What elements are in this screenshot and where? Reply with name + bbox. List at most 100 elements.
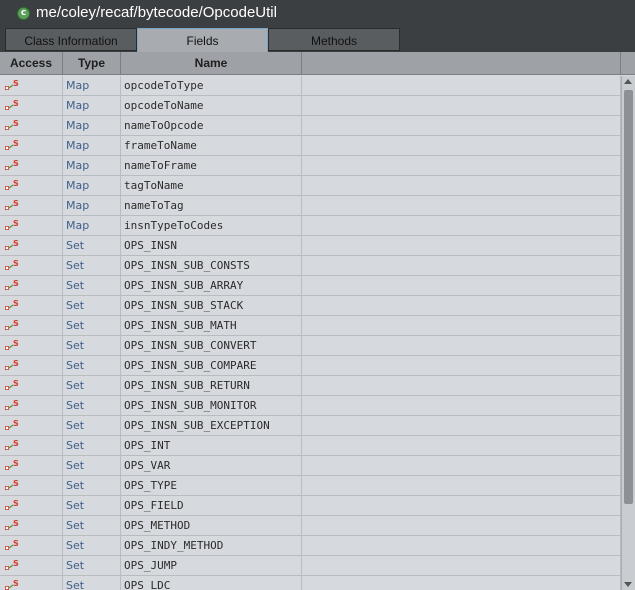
table-row[interactable]: S Set OPS_INSN_SUB_EXCEPTION	[0, 416, 621, 436]
table-row[interactable]: S Set OPS_INSN_SUB_ARRAY	[0, 276, 621, 296]
filler-cell	[302, 456, 621, 476]
table-row[interactable]: S Set OPS_INSN_SUB_CONSTS	[0, 256, 621, 276]
name-cell: nameToOpcode	[121, 116, 302, 136]
name-cell: tagToName	[121, 176, 302, 196]
type-cell: Set	[63, 236, 121, 256]
svg-text:S: S	[13, 339, 19, 348]
svg-text:S: S	[13, 219, 19, 228]
table-body: S Map opcodeToType S Map opcodeToName S Map name…	[0, 76, 621, 590]
name-cell: insnTypeToCodes	[121, 216, 302, 236]
name-cell: OPS_JUMP	[121, 556, 302, 576]
table-row[interactable]: S Map nameToOpcode	[0, 116, 621, 136]
access-cell: S	[0, 556, 63, 576]
type-cell: Map	[63, 156, 121, 176]
filler-cell	[302, 376, 621, 396]
filler-cell	[302, 436, 621, 456]
svg-text:S: S	[13, 179, 19, 188]
table-header: Access Type Name	[0, 52, 635, 75]
filler-cell	[302, 556, 621, 576]
svg-text:S: S	[13, 259, 19, 268]
table-row[interactable]: S Set OPS_INSN_SUB_RETURN	[0, 376, 621, 396]
table-row[interactable]: S Set OPS_INSN_SUB_MONITOR	[0, 396, 621, 416]
name-cell: OPS_INDY_METHOD	[121, 536, 302, 556]
vertical-scrollbar[interactable]	[621, 76, 635, 590]
filler-cell	[302, 496, 621, 516]
table-row[interactable]: S Map tagToName	[0, 176, 621, 196]
table-row[interactable]: S Set OPS_INT	[0, 436, 621, 456]
svg-text:S: S	[13, 559, 19, 568]
table-row[interactable]: S Set OPS_TYPE	[0, 476, 621, 496]
access-cell: S	[0, 516, 63, 536]
filler-cell	[302, 96, 621, 116]
access-cell: S	[0, 196, 63, 216]
scroll-up-arrow-icon[interactable]	[624, 79, 632, 84]
table-row[interactable]: S Map opcodeToName	[0, 96, 621, 116]
table-row[interactable]: S Map insnTypeToCodes	[0, 216, 621, 236]
type-cell: Set	[63, 356, 121, 376]
filler-cell	[302, 116, 621, 136]
filler-cell	[302, 296, 621, 316]
access-cell: S	[0, 576, 63, 590]
table-row[interactable]: S Map opcodeToType	[0, 76, 621, 96]
type-cell: Set	[63, 456, 121, 476]
access-cell: S	[0, 216, 63, 236]
window-title: me/coley/recaf/bytecode/OpcodeUtil	[36, 4, 277, 21]
table-row[interactable]: S Set OPS_INSN_SUB_COMPARE	[0, 356, 621, 376]
access-cell: S	[0, 476, 63, 496]
filler-cell	[302, 216, 621, 236]
filler-cell	[302, 396, 621, 416]
tab-methods[interactable]: Methods	[268, 28, 400, 51]
name-cell: OPS_INSN_SUB_STACK	[121, 296, 302, 316]
access-cell: S	[0, 456, 63, 476]
svg-text:S: S	[13, 239, 19, 248]
column-header-access[interactable]: Access	[0, 52, 63, 74]
access-cell: S	[0, 396, 63, 416]
filler-cell	[302, 536, 621, 556]
table-row[interactable]: S Set OPS_INDY_METHOD	[0, 536, 621, 556]
scroll-down-arrow-icon[interactable]	[624, 582, 632, 587]
type-cell: Set	[63, 576, 121, 590]
svg-text:S: S	[13, 399, 19, 408]
name-cell: OPS_INSN_SUB_ARRAY	[121, 276, 302, 296]
table-row[interactable]: S Set OPS_METHOD	[0, 516, 621, 536]
access-cell: S	[0, 156, 63, 176]
table-row[interactable]: S Set OPS_VAR	[0, 456, 621, 476]
svg-text:S: S	[13, 479, 19, 488]
table-row[interactable]: S Map nameToTag	[0, 196, 621, 216]
access-cell: S	[0, 116, 63, 136]
access-cell: S	[0, 96, 63, 116]
type-cell: Set	[63, 336, 121, 356]
access-cell: S	[0, 536, 63, 556]
table-row[interactable]: S Set OPS_JUMP	[0, 556, 621, 576]
table-row[interactable]: S Map nameToFrame	[0, 156, 621, 176]
type-cell: Set	[63, 516, 121, 536]
svg-text:S: S	[13, 499, 19, 508]
column-header-name[interactable]: Name	[121, 52, 302, 74]
table-row[interactable]: S Set OPS_LDC	[0, 576, 621, 590]
type-cell: Set	[63, 556, 121, 576]
type-cell: Set	[63, 496, 121, 516]
name-cell: OPS_INSN_SUB_CONVERT	[121, 336, 302, 356]
access-cell: S	[0, 316, 63, 336]
table-row[interactable]: S Set OPS_INSN	[0, 236, 621, 256]
name-cell: nameToFrame	[121, 156, 302, 176]
svg-text:S: S	[13, 439, 19, 448]
filler-cell	[302, 196, 621, 216]
filler-cell	[302, 316, 621, 336]
column-header-type[interactable]: Type	[63, 52, 121, 74]
scrollbar-thumb[interactable]	[624, 90, 633, 504]
table-row[interactable]: S Set OPS_FIELD	[0, 496, 621, 516]
tab-class-information[interactable]: Class Information	[5, 28, 137, 51]
svg-text:S: S	[13, 199, 19, 208]
table-row[interactable]: S Set OPS_INSN_SUB_MATH	[0, 316, 621, 336]
filler-cell	[302, 156, 621, 176]
type-cell: Set	[63, 436, 121, 456]
table-row[interactable]: S Map frameToName	[0, 136, 621, 156]
tab-fields[interactable]: Fields	[137, 28, 268, 52]
table-row[interactable]: S Set OPS_INSN_SUB_STACK	[0, 296, 621, 316]
access-cell: S	[0, 136, 63, 156]
access-cell: S	[0, 496, 63, 516]
access-cell: S	[0, 416, 63, 436]
name-cell: frameToName	[121, 136, 302, 156]
table-row[interactable]: S Set OPS_INSN_SUB_CONVERT	[0, 336, 621, 356]
